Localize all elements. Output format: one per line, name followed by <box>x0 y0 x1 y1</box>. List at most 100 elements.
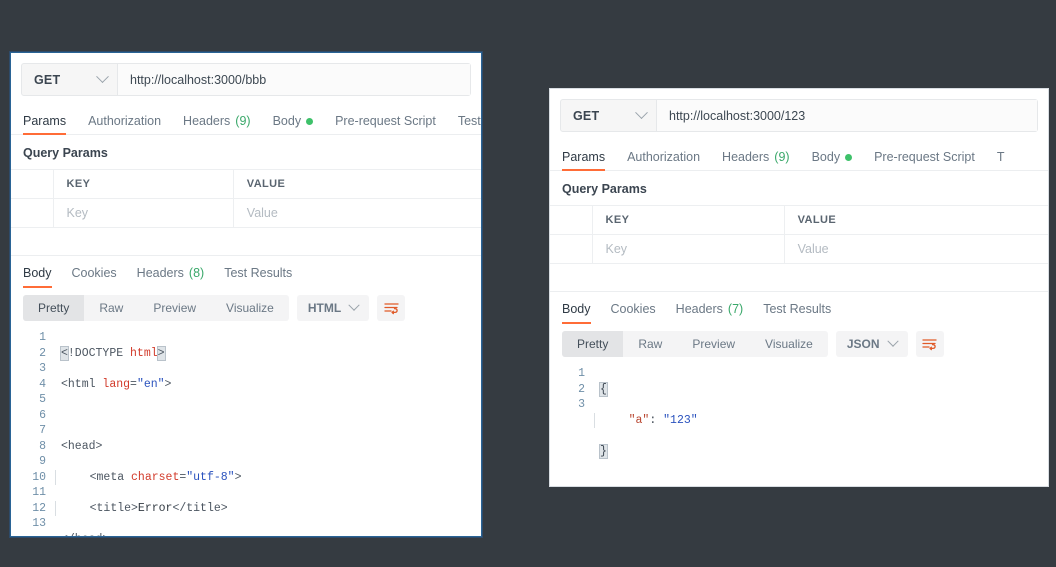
response-tabs-left: Body Cookies Headers (8) Test Results <box>11 256 481 288</box>
request-tabs-right: Params Authorization Headers (9) Body Pr… <box>550 141 1048 171</box>
format-dropdown-right[interactable]: JSON <box>835 331 908 357</box>
wrap-text-icon <box>384 302 399 314</box>
headers-count: (9) <box>235 114 251 128</box>
key-input[interactable]: Key <box>53 198 234 228</box>
wrap-text-button-left[interactable] <box>377 295 406 321</box>
format-dropdown-left[interactable]: HTML <box>296 295 370 321</box>
request-tabs-left: Params Authorization Headers (9) Body Pr… <box>11 105 481 135</box>
table-header-row: KEY VALUE <box>11 169 481 199</box>
response-tab-headers[interactable]: Headers (7) <box>676 301 744 323</box>
response-tabs-right: Body Cookies Headers (7) Test Results <box>550 292 1048 324</box>
view-visualize[interactable]: Visualize <box>750 331 828 357</box>
tab-headers[interactable]: Headers (9) <box>722 150 790 170</box>
request-url-bar-right: GET http://localhost:3000/123 <box>560 99 1038 132</box>
table-row[interactable]: Key Value <box>11 198 481 228</box>
code-lines: { "a": "123" } <box>594 366 1048 486</box>
headers-count: (9) <box>774 150 790 164</box>
view-preview[interactable]: Preview <box>677 331 750 357</box>
column-header-key: KEY <box>592 205 785 235</box>
line-number-gutter: 123 <box>578 367 585 411</box>
value-input[interactable]: Value <box>784 234 1048 264</box>
postman-window-right[interactable]: GET http://localhost:3000/123 Params Aut… <box>549 88 1049 487</box>
tab-pre-request-script[interactable]: Pre-request Script <box>874 150 975 170</box>
select-all-checkbox-cell[interactable] <box>550 205 593 235</box>
view-pretty[interactable]: Pretty <box>23 295 85 321</box>
chevron-down-icon <box>886 335 899 347</box>
code-line: </head> <box>55 532 481 537</box>
response-body-code-left[interactable]: 1234567 8 9 10 11 12 13 <!DOCTYPE html> <html… <box>11 321 481 537</box>
line-number-gutter: 1234567 8 9 10 11 12 13 <box>32 331 46 530</box>
response-tab-test-results[interactable]: Test Results <box>763 301 831 323</box>
method-dropdown-right[interactable]: GET <box>561 100 657 131</box>
view-raw[interactable]: Raw <box>623 331 677 357</box>
desktop-background: GET http://localhost:3000/bbb Params Aut… <box>0 0 1056 567</box>
tab-pre-request-script[interactable]: Pre-request Script <box>335 114 436 134</box>
code-line: <html lang="en"> <box>61 377 172 391</box>
view-preview[interactable]: Preview <box>138 295 211 321</box>
body-status-dot-icon <box>306 117 314 125</box>
response-tab-headers[interactable]: Headers (8) <box>137 265 205 287</box>
view-pretty[interactable]: Pretty <box>562 331 624 357</box>
url-input-right[interactable]: http://localhost:3000/123 <box>657 100 1037 131</box>
method-dropdown-left[interactable]: GET <box>22 64 118 95</box>
postman-window-left[interactable]: GET http://localhost:3000/bbb Params Aut… <box>10 52 482 537</box>
wrap-text-button-right[interactable] <box>915 331 944 357</box>
tab-params[interactable]: Params <box>562 150 606 171</box>
table-row[interactable]: Key Value <box>550 234 1048 264</box>
table-header-row: KEY VALUE <box>550 205 1048 235</box>
request-pane-filler <box>550 264 1048 292</box>
response-tab-cookies[interactable]: Cookies <box>611 301 656 323</box>
code-line: } <box>599 443 608 459</box>
tab-headers[interactable]: Headers (9) <box>183 114 251 134</box>
tab-authorization[interactable]: Authorization <box>627 150 700 170</box>
response-tab-cookies[interactable]: Cookies <box>72 265 117 287</box>
tab-tests[interactable]: Tests <box>458 114 481 134</box>
value-input[interactable]: Value <box>233 198 481 228</box>
view-mode-segmented-control: Pretty Raw Preview Visualize <box>562 331 828 357</box>
method-label: GET <box>573 108 600 123</box>
view-raw[interactable]: Raw <box>84 295 138 321</box>
tab-body[interactable]: Body <box>812 150 853 170</box>
code-line: <!DOCTYPE html> <box>60 345 166 361</box>
response-headers-count: (8) <box>188 265 205 280</box>
code-line: "a": "123" <box>594 412 1048 428</box>
wrap-text-icon <box>922 338 937 350</box>
response-view-toolbar-left: Pretty Raw Preview Visualize HTML <box>11 287 481 321</box>
view-visualize[interactable]: Visualize <box>211 295 289 321</box>
request-pane-filler <box>11 228 481 256</box>
code-line: <title>Error</title> <box>55 500 481 516</box>
column-header-key: KEY <box>53 169 234 199</box>
tab-body[interactable]: Body <box>273 114 314 134</box>
tab-authorization[interactable]: Authorization <box>88 114 161 134</box>
chevron-down-icon <box>635 106 648 120</box>
response-tab-body[interactable]: Body <box>23 265 52 288</box>
query-params-table-right: KEY VALUE Key Value <box>550 205 1048 264</box>
format-label: JSON <box>846 337 880 351</box>
code-line: { <box>599 381 608 397</box>
code-line: <meta charset="utf-8"> <box>55 469 481 485</box>
view-mode-segmented-control: Pretty Raw Preview Visualize <box>23 295 289 321</box>
row-checkbox-cell[interactable] <box>11 198 54 228</box>
row-checkbox-cell[interactable] <box>550 234 593 264</box>
response-tab-body[interactable]: Body <box>562 301 591 324</box>
chevron-down-icon <box>96 70 109 84</box>
method-label: GET <box>34 72 61 87</box>
response-body-code-right[interactable]: 123 { "a": "123" } <box>550 357 1048 486</box>
query-params-table-left: KEY VALUE Key Value <box>11 169 481 228</box>
key-input[interactable]: Key <box>592 234 785 264</box>
response-tab-test-results[interactable]: Test Results <box>224 265 292 287</box>
select-all-checkbox-cell[interactable] <box>11 169 54 199</box>
chevron-down-icon <box>348 299 360 311</box>
code-line: <head> <box>61 439 103 453</box>
query-params-title: Query Params <box>562 182 647 196</box>
body-status-dot-icon <box>845 153 853 161</box>
tab-params[interactable]: Params <box>23 114 67 135</box>
column-header-value: VALUE <box>784 205 1048 235</box>
url-input-left[interactable]: http://localhost:3000/bbb <box>118 64 470 95</box>
code-lines: <!DOCTYPE html> <html lang="en"> <head> … <box>55 330 481 537</box>
request-url-bar-left: GET http://localhost:3000/bbb <box>21 63 471 96</box>
tab-tests[interactable]: T <box>997 150 1005 170</box>
response-view-toolbar-right: Pretty Raw Preview Visualize JSON <box>550 323 1048 357</box>
format-label: HTML <box>307 301 342 315</box>
